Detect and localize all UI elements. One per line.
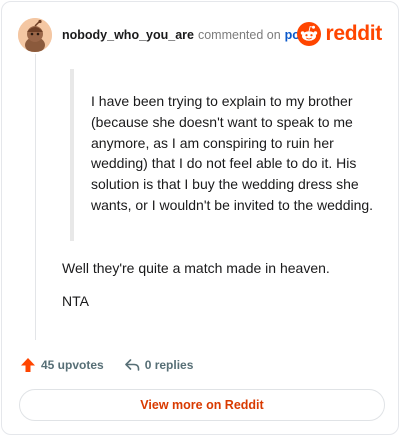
reply-icon bbox=[124, 359, 140, 371]
reddit-wordmark: reddit bbox=[325, 22, 382, 45]
reddit-logo-icon bbox=[297, 22, 322, 46]
quoted-text: I have been trying to explain to my brot… bbox=[91, 93, 374, 213]
reply-button[interactable]: 0 replies bbox=[124, 357, 194, 373]
reddit-comment-embed: nobody_who_you_are commented on post red… bbox=[1, 1, 399, 435]
upvote-arrow-icon bbox=[21, 358, 35, 372]
view-more-button[interactable]: View more on Reddit bbox=[19, 389, 385, 421]
reply-count: 0 replies bbox=[144, 358, 194, 372]
upvote-button[interactable]: 45 upvotes bbox=[20, 357, 104, 373]
comment-paragraph: Well they're quite a match made in heave… bbox=[62, 260, 330, 276]
username[interactable]: nobody_who_you_are bbox=[62, 28, 194, 42]
comment-meta: nobody_who_you_are commented on post bbox=[62, 28, 311, 42]
comment-paragraph: NTA bbox=[62, 293, 89, 309]
user-avatar-icon[interactable] bbox=[18, 18, 52, 52]
upvote-count: 45 upvotes bbox=[41, 358, 104, 372]
commented-on-label: commented on bbox=[197, 28, 281, 42]
thread-line bbox=[35, 54, 36, 340]
quote-bar bbox=[70, 69, 74, 241]
reddit-brand[interactable]: reddit bbox=[297, 22, 382, 46]
comment-actions: 45 upvotes 0 replies bbox=[20, 355, 193, 375]
comment-header: nobody_who_you_are commented on post red… bbox=[18, 18, 382, 52]
